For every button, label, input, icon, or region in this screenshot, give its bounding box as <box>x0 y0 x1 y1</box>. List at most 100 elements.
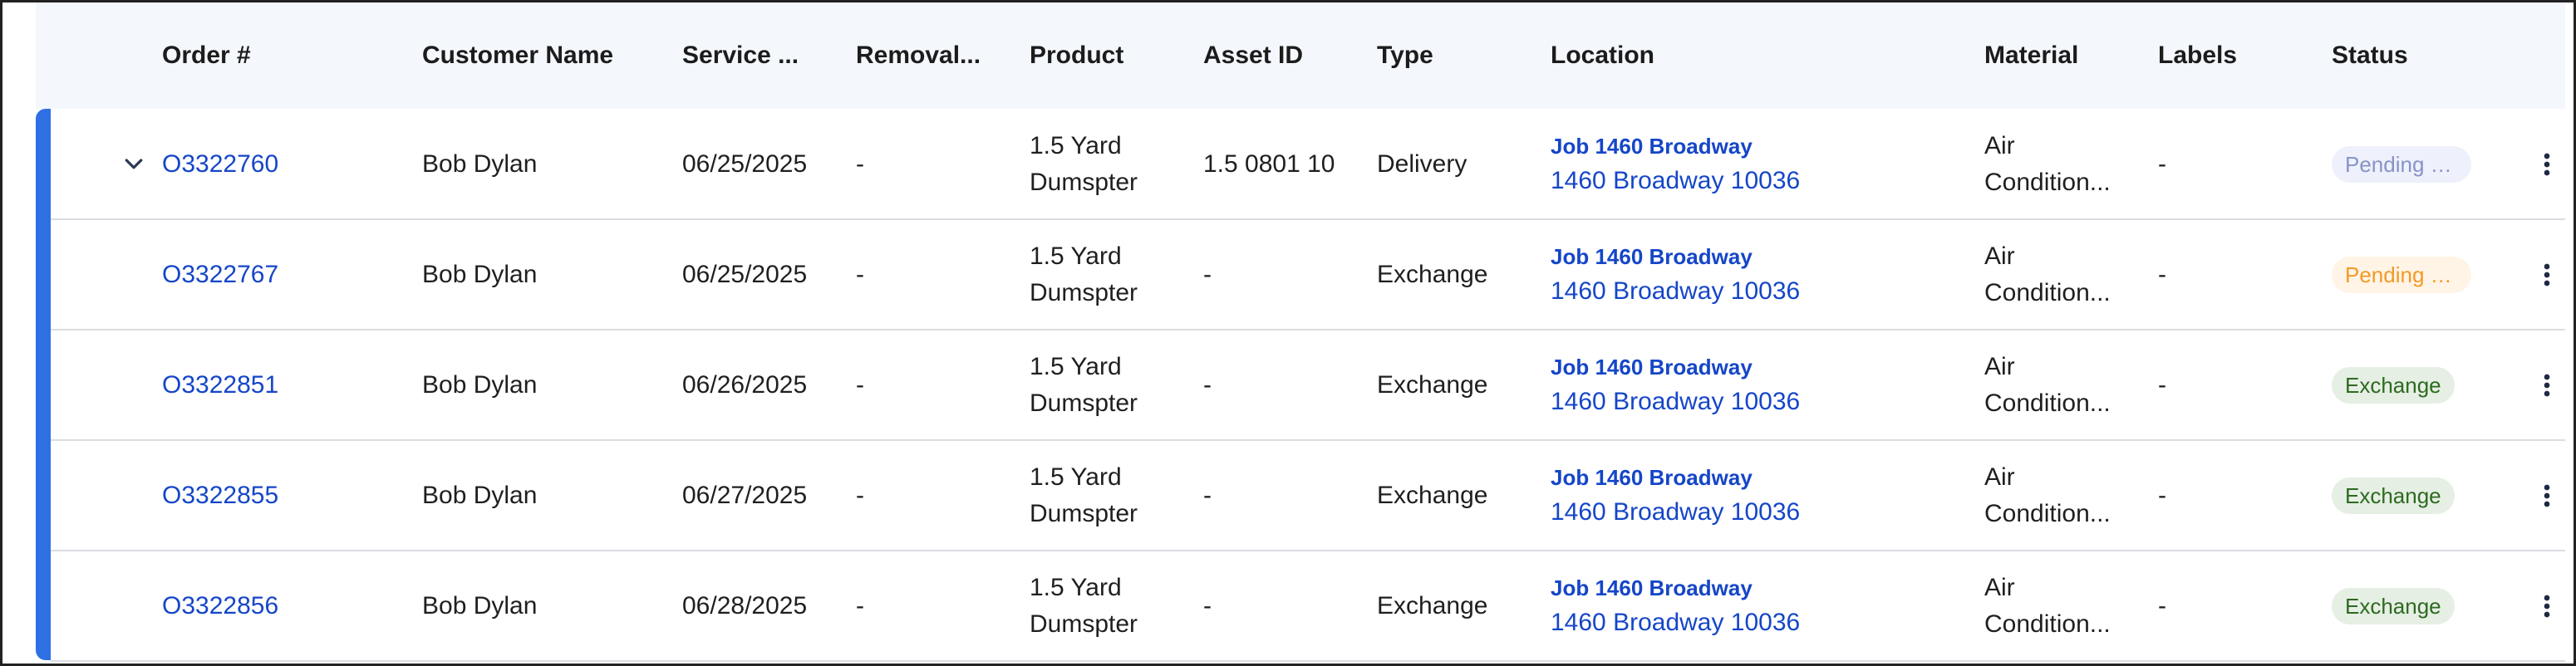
location-job-link[interactable]: Job 1460 Broadway <box>1551 130 1753 163</box>
material-line-1: Air <box>1984 574 2015 601</box>
table-row[interactable]: O3322855 Bob Dylan 06/27/2025 - 1.5 Yard… <box>51 442 2565 551</box>
order-number-link[interactable]: O3322851 <box>162 367 278 404</box>
material-line-2: Condition... <box>1984 169 2111 196</box>
product-line-1: 1.5 Yard <box>1030 574 1122 601</box>
row-menu-button[interactable] <box>2530 331 2564 439</box>
product-line-1: 1.5 Yard <box>1030 353 1122 380</box>
order-type: Delivery <box>1377 150 1467 178</box>
table-header: Order # Customer Name Service ... Remova… <box>36 2 2565 109</box>
product-line-1: 1.5 Yard <box>1030 132 1122 159</box>
row-menu-button[interactable] <box>2530 110 2564 218</box>
status-badge: Pending D... <box>2332 257 2471 293</box>
customer-name: Bob Dylan <box>422 592 538 619</box>
column-header-customer[interactable]: Customer Name <box>422 2 613 109</box>
product-line-1: 1.5 Yard <box>1030 463 1122 491</box>
column-header-type[interactable]: Type <box>1377 2 1433 109</box>
customer-name: Bob Dylan <box>422 371 538 399</box>
more-vertical-icon <box>2544 374 2550 397</box>
app-frame: Order # Customer Name Service ... Remova… <box>0 0 2576 666</box>
order-type: Exchange <box>1377 592 1488 619</box>
table-row[interactable]: O3322760 Bob Dylan 06/25/2025 - 1.5 Yard… <box>51 110 2565 220</box>
service-date: 06/25/2025 <box>682 150 808 178</box>
more-vertical-icon <box>2544 263 2550 286</box>
customer-name: Bob Dylan <box>422 150 538 178</box>
customer-name: Bob Dylan <box>422 261 538 288</box>
more-vertical-icon <box>2544 153 2550 176</box>
labels-value: - <box>2158 261 2166 288</box>
row-menu-button[interactable] <box>2530 442 2564 550</box>
customer-name: Bob Dylan <box>422 482 538 509</box>
location-address-link[interactable]: 1460 Broadway 10036 <box>1551 384 1800 420</box>
product-line-1: 1.5 Yard <box>1030 242 1122 270</box>
labels-value: - <box>2158 371 2166 399</box>
row-menu-button[interactable] <box>2530 552 2564 660</box>
location-address-link[interactable]: 1460 Broadway 10036 <box>1551 605 1800 641</box>
service-date: 06/27/2025 <box>682 482 808 509</box>
table-row[interactable]: O3322851 Bob Dylan 06/26/2025 - 1.5 Yard… <box>51 331 2565 441</box>
column-header-status[interactable]: Status <box>2332 2 2408 109</box>
column-header-removal[interactable]: Removal... <box>856 2 981 109</box>
location-job-link[interactable]: Job 1460 Broadway <box>1551 571 1753 605</box>
removal-date: - <box>856 261 864 288</box>
row-menu-button[interactable] <box>2530 221 2564 329</box>
material-line-2: Condition... <box>1984 610 2111 638</box>
location-address-link[interactable]: 1460 Broadway 10036 <box>1551 273 1800 310</box>
column-header-location[interactable]: Location <box>1551 2 1654 109</box>
asset-id: - <box>1203 482 1212 509</box>
order-type: Exchange <box>1377 261 1488 288</box>
material-line-1: Air <box>1984 463 2015 491</box>
status-badge: Exchange <box>2332 588 2455 624</box>
removal-date: - <box>856 482 864 509</box>
material-line-1: Air <box>1984 242 2015 270</box>
column-header-asset-id[interactable]: Asset ID <box>1203 2 1303 109</box>
product-line-2: Dumspter <box>1030 610 1138 638</box>
more-vertical-icon <box>2544 484 2550 507</box>
service-date: 06/28/2025 <box>682 592 808 619</box>
removal-date: - <box>856 592 864 619</box>
orders-table: Order # Customer Name Service ... Remova… <box>36 2 2565 662</box>
labels-value: - <box>2158 592 2166 619</box>
table-row[interactable]: O3322856 Bob Dylan 06/28/2025 - 1.5 Yard… <box>51 552 2565 662</box>
column-header-order[interactable]: Order # <box>162 2 251 109</box>
labels-value: - <box>2158 482 2166 509</box>
asset-id: - <box>1203 592 1212 619</box>
removal-date: - <box>856 150 864 178</box>
product-line-2: Dumspter <box>1030 279 1138 306</box>
service-date: 06/25/2025 <box>682 261 808 288</box>
expand-row-button[interactable] <box>109 110 159 218</box>
location-address-link[interactable]: 1460 Broadway 10036 <box>1551 163 1800 199</box>
asset-id: 1.5 0801 10 <box>1203 150 1335 178</box>
order-type: Exchange <box>1377 371 1488 399</box>
product-line-2: Dumspter <box>1030 169 1138 196</box>
column-header-product[interactable]: Product <box>1030 2 1123 109</box>
chevron-down-icon <box>125 159 143 169</box>
product-line-2: Dumspter <box>1030 500 1138 527</box>
order-number-link[interactable]: O3322855 <box>162 477 278 514</box>
labels-value: - <box>2158 150 2166 178</box>
table-row[interactable]: O3322767 Bob Dylan 06/25/2025 - 1.5 Yard… <box>51 221 2565 331</box>
location-job-link[interactable]: Job 1460 Broadway <box>1551 350 1753 384</box>
material-line-2: Condition... <box>1984 279 2111 306</box>
location-job-link[interactable]: Job 1460 Broadway <box>1551 240 1753 273</box>
more-vertical-icon <box>2544 595 2550 618</box>
material-line-1: Air <box>1984 132 2015 159</box>
service-date: 06/26/2025 <box>682 371 808 399</box>
product-line-2: Dumspter <box>1030 389 1138 417</box>
location-job-link[interactable]: Job 1460 Broadway <box>1551 461 1753 494</box>
group-indicator-bar <box>36 109 51 660</box>
status-badge: Exchange <box>2332 367 2455 404</box>
material-line-2: Condition... <box>1984 389 2111 417</box>
column-header-material[interactable]: Material <box>1984 2 2078 109</box>
column-header-service[interactable]: Service ... <box>682 2 799 109</box>
removal-date: - <box>856 371 864 399</box>
material-line-2: Condition... <box>1984 500 2111 527</box>
location-address-link[interactable]: 1460 Broadway 10036 <box>1551 494 1800 531</box>
order-type: Exchange <box>1377 482 1488 509</box>
status-badge: Exchange <box>2332 477 2455 514</box>
status-badge: Pending R... <box>2332 146 2471 183</box>
column-header-labels[interactable]: Labels <box>2158 2 2237 109</box>
order-number-link[interactable]: O3322767 <box>162 257 278 293</box>
order-number-link[interactable]: O3322856 <box>162 588 278 624</box>
order-number-link[interactable]: O3322760 <box>162 146 278 183</box>
asset-id: - <box>1203 261 1212 288</box>
